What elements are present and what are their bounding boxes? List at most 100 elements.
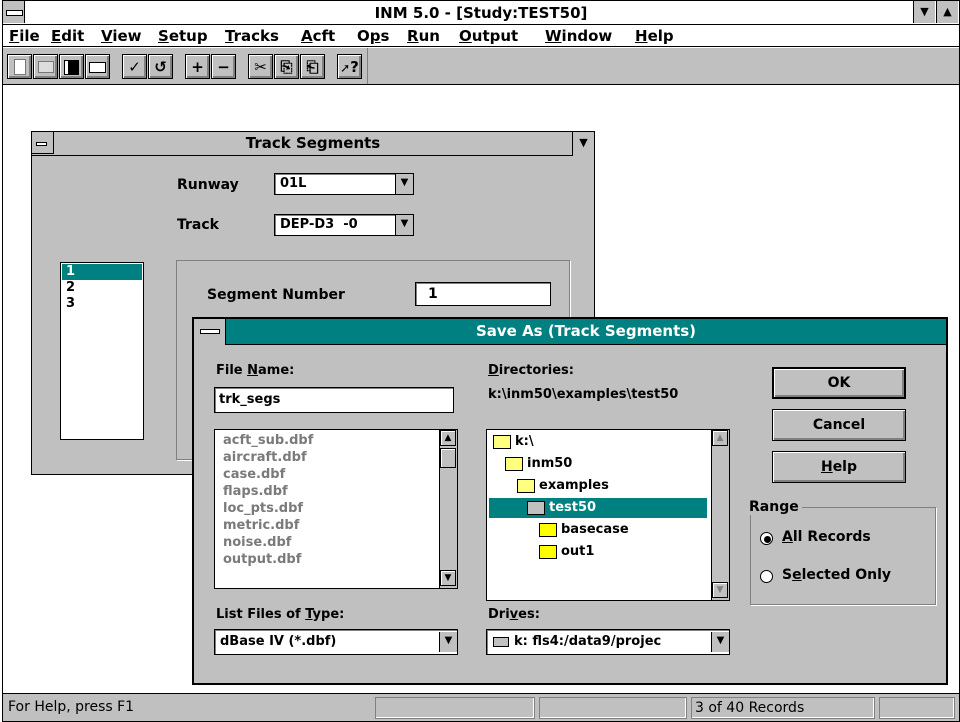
- menu-run[interactable]: Run: [407, 27, 440, 45]
- open-folder-icon: [517, 478, 535, 493]
- dir-item-inm50[interactable]: inm50: [505, 456, 572, 471]
- menu-window[interactable]: Window: [545, 27, 612, 45]
- folder-icon: [539, 522, 557, 537]
- list-item[interactable]: output.dbf: [223, 551, 313, 568]
- cut-icon[interactable]: ✂: [248, 54, 273, 79]
- menu-edit[interactable]: Edit: [51, 27, 84, 45]
- all-records-radio[interactable]: [760, 532, 773, 545]
- chevron-down-icon[interactable]: ▼: [395, 215, 413, 235]
- directory-scrollbar[interactable]: ▲ ▼: [711, 430, 729, 600]
- menu-acft[interactable]: Acft: [301, 27, 335, 45]
- dialog-system-menu-icon[interactable]: [194, 319, 226, 345]
- open-folder-icon[interactable]: [33, 54, 58, 79]
- chevron-down-icon[interactable]: ▼: [395, 174, 413, 194]
- chevron-down-icon[interactable]: ▼: [439, 632, 457, 652]
- minimize-icon[interactable]: ▼: [913, 1, 935, 23]
- paste-icon[interactable]: ⎗: [300, 54, 325, 79]
- drive-value: k: fls4:/data9/projec: [514, 634, 662, 649]
- remove-icon[interactable]: −: [211, 54, 236, 79]
- toolbar: ✓ ↺ + − ✂ ⎘ ⎗ ➚?: [3, 48, 959, 85]
- scroll-down-icon[interactable]: ▼: [440, 570, 456, 586]
- save-as-dialog: Save As (Track Segments) File Name: trk_…: [192, 317, 948, 685]
- menu-output[interactable]: Output: [459, 27, 518, 45]
- directory-tree[interactable]: k:\ inm50 examples test50 basecase out1 …: [486, 429, 730, 601]
- status-help-text: For Help, press F1: [8, 699, 135, 715]
- add-icon[interactable]: +: [185, 54, 210, 79]
- list-item[interactable]: loc_pts.dbf: [223, 500, 313, 517]
- dir-item-examples[interactable]: examples: [517, 478, 609, 493]
- drive-select[interactable]: k: fls4:/data9/projec ▼: [486, 629, 730, 655]
- ok-button[interactable]: OK: [772, 367, 906, 399]
- dir-item-basecase[interactable]: basecase: [539, 522, 629, 537]
- menu-ops[interactable]: Ops: [357, 27, 389, 45]
- check-icon[interactable]: ✓: [122, 54, 147, 79]
- file-list-scrollbar[interactable]: ▲ ▼: [439, 430, 457, 588]
- folder-icon: [539, 544, 557, 559]
- segment-number-field[interactable]: 1: [415, 282, 551, 306]
- status-panel-4: [879, 697, 955, 719]
- main-window: INM 5.0 - [Study:TEST50] ▼ ▲ File Edit V…: [2, 0, 960, 722]
- status-records: 3 of 40 Records: [691, 697, 875, 719]
- track-label: Track: [177, 217, 219, 233]
- scroll-thumb[interactable]: [440, 448, 456, 468]
- segment-number-value: 1: [428, 286, 438, 302]
- runway-label: Runway: [177, 177, 239, 193]
- list-item[interactable]: 2: [66, 280, 75, 295]
- menu-setup[interactable]: Setup: [158, 27, 208, 45]
- list-item[interactable]: acft_sub.dbf: [223, 432, 313, 449]
- selected-only-radio[interactable]: [760, 570, 773, 583]
- cancel-button[interactable]: Cancel: [772, 409, 906, 441]
- list-item[interactable]: 1: [62, 264, 142, 280]
- track-select[interactable]: DEP-D3 -0 ▼: [274, 214, 414, 236]
- menu-view[interactable]: View: [101, 27, 142, 45]
- context-help-icon[interactable]: ➚?: [337, 54, 362, 79]
- menu-help[interactable]: Help: [635, 27, 674, 45]
- status-panel-2: [539, 697, 687, 719]
- scroll-up-icon[interactable]: ▲: [712, 430, 728, 446]
- toolbar-divider: [367, 48, 368, 84]
- list-item[interactable]: noise.dbf: [223, 534, 313, 551]
- file-items: acft_sub.dbf aircraft.dbf case.dbf flaps…: [223, 432, 313, 568]
- window-title: INM 5.0 - [Study:TEST50]: [374, 4, 588, 22]
- child-system-menu-icon[interactable]: [32, 132, 54, 154]
- menu-tracks[interactable]: Tracks: [225, 27, 279, 45]
- scroll-down-icon[interactable]: ▼: [712, 582, 728, 598]
- all-records-label[interactable]: All Records: [782, 529, 871, 545]
- status-bar: For Help, press F1 3 of 40 Records: [3, 693, 959, 721]
- file-name-input[interactable]: trk_segs: [214, 387, 454, 413]
- file-name-label: File Name:: [216, 363, 295, 378]
- list-item[interactable]: flaps.dbf: [223, 483, 313, 500]
- list-item[interactable]: aircraft.dbf: [223, 449, 313, 466]
- title-bar: INM 5.0 - [Study:TEST50] ▼ ▲: [3, 1, 959, 25]
- track-segments-title: Track Segments: [32, 132, 594, 156]
- save-disk-icon[interactable]: [59, 54, 84, 79]
- drives-label: Drives:: [488, 607, 540, 622]
- dir-item-out1[interactable]: out1: [539, 544, 594, 559]
- menu-bar: File Edit View Setup Tracks Acft Ops Run…: [3, 25, 959, 47]
- print-icon[interactable]: [85, 54, 110, 79]
- selected-only-label[interactable]: Selected Only: [782, 567, 891, 583]
- open-folder-icon: [527, 500, 545, 515]
- list-item[interactable]: case.dbf: [223, 466, 313, 483]
- segment-number-label: Segment Number: [207, 287, 345, 303]
- maximize-icon[interactable]: ▲: [936, 1, 958, 23]
- dir-item-test50[interactable]: test50: [489, 498, 707, 518]
- undo-icon[interactable]: ↺: [148, 54, 173, 79]
- new-file-icon[interactable]: [7, 54, 32, 79]
- list-item[interactable]: metric.dbf: [223, 517, 313, 534]
- menu-file[interactable]: File: [9, 27, 40, 45]
- network-drive-icon: [493, 637, 509, 647]
- runway-select[interactable]: 01L ▼: [274, 173, 414, 195]
- copy-icon[interactable]: ⎘: [274, 54, 299, 79]
- child-collapse-icon[interactable]: ▼: [572, 132, 594, 156]
- file-list[interactable]: acft_sub.dbf aircraft.dbf case.dbf flaps…: [214, 429, 458, 589]
- range-group: [750, 507, 936, 605]
- segment-list[interactable]: 1 2 3: [60, 262, 144, 440]
- chevron-down-icon[interactable]: ▼: [711, 632, 729, 652]
- file-type-value: dBase IV (*.dbf): [220, 634, 337, 649]
- scroll-up-icon[interactable]: ▲: [440, 430, 456, 446]
- list-item[interactable]: 3: [66, 296, 75, 311]
- help-button[interactable]: Help: [772, 451, 906, 483]
- dir-item-root[interactable]: k:\: [493, 434, 534, 449]
- file-type-select[interactable]: dBase IV (*.dbf) ▼: [214, 629, 458, 655]
